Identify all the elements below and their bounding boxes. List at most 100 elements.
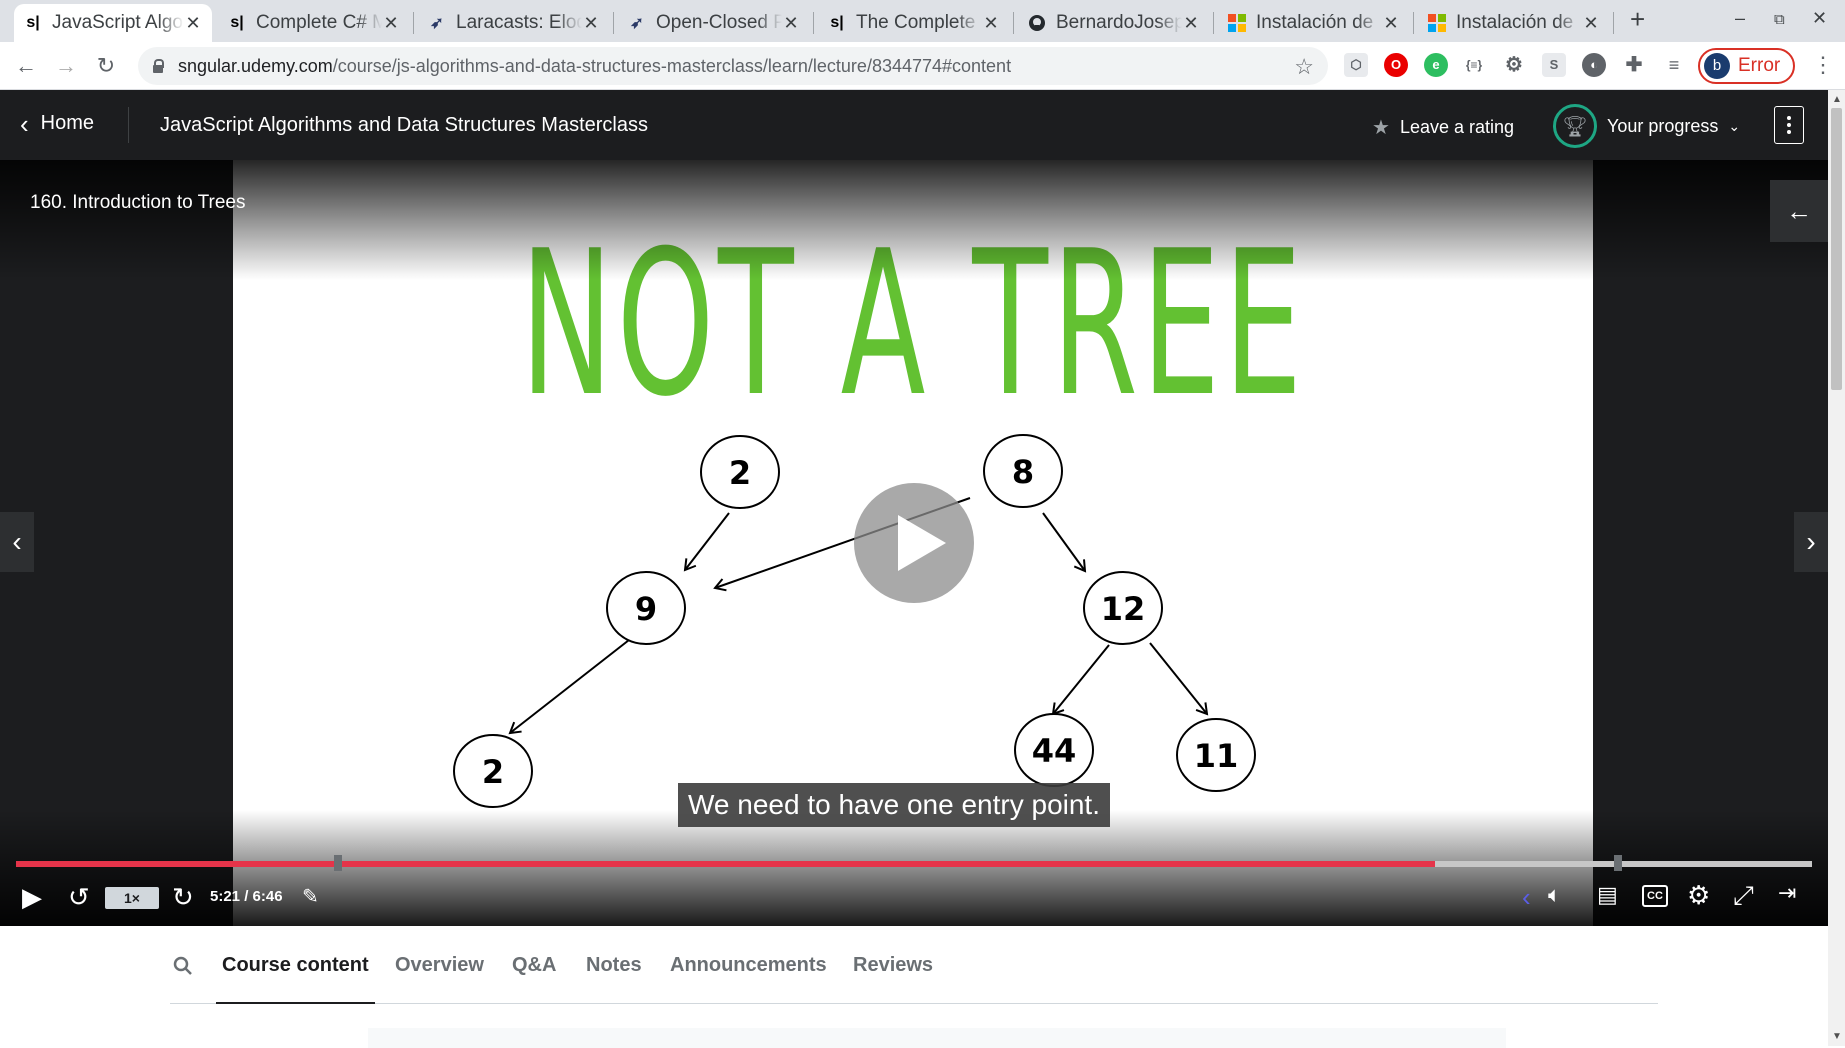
browser-tab[interactable]: s| Complete C# Masterclass ✕ <box>218 4 410 42</box>
progress-button[interactable]: 🏆︎ Your progress ⌄ <box>1553 104 1740 148</box>
tree-node: 11 <box>1176 718 1256 792</box>
puzzle-extensions-icon[interactable]: ✚ <box>1622 53 1646 77</box>
microsoft-icon <box>1228 14 1246 32</box>
url-host: sngular.udemy.com <box>178 55 333 76</box>
tab-qa[interactable]: Q&A <box>512 954 556 977</box>
trophy-icon: 🏆︎ <box>1553 104 1597 148</box>
minimize-button[interactable]: – <box>1735 8 1745 29</box>
forward-icon[interactable]: ↻ <box>172 882 194 913</box>
collapse-sidebar-button[interactable]: ← <box>1770 180 1828 242</box>
bookmark-marker[interactable] <box>1614 855 1622 871</box>
rewind-icon[interactable]: ↺ <box>68 882 90 913</box>
close-icon[interactable]: ✕ <box>982 13 1000 34</box>
video-player[interactable]: NOT A TREE 2 8 9 12 2 44 11 160. Introdu… <box>0 160 1828 926</box>
rating-label: Leave a rating <box>1399 117 1515 137</box>
tab-separator <box>613 12 614 34</box>
cube-extension-icon[interactable]: ⬡ <box>1344 53 1368 77</box>
browser-tab[interactable]: ➶ Open-Closed Principle ✕ <box>618 4 810 42</box>
browser-tab[interactable]: BernardoJoseph ✕ <box>1018 4 1210 42</box>
reading-list-icon[interactable]: ≡ <box>1662 53 1686 77</box>
new-tab-button[interactable]: + <box>1630 4 1645 35</box>
address-bar[interactable]: sngular.udemy.com/course/js-algorithms-a… <box>138 47 1328 85</box>
browser-tab[interactable]: Instalación de ✕ <box>1218 4 1410 42</box>
tab-title: Complete C# Masterclass <box>256 12 382 33</box>
dark-mode-extension-icon[interactable]: ◐ <box>1582 53 1606 77</box>
close-icon[interactable]: ✕ <box>382 13 400 34</box>
node-label: 11 <box>1194 737 1239 775</box>
tree-node: 44 <box>1014 713 1094 787</box>
browser-tab[interactable]: s| The Complete Guide ✕ <box>818 4 1010 42</box>
tree-node: 12 <box>1083 571 1163 645</box>
close-icon[interactable]: ✕ <box>1382 13 1400 34</box>
close-icon[interactable]: ✕ <box>184 13 202 34</box>
add-note-icon[interactable]: ✎ <box>302 884 319 909</box>
tree-edge <box>1149 642 1209 716</box>
course-title[interactable]: JavaScript Algorithms and Data Structure… <box>160 114 648 137</box>
browser-tab-active[interactable]: s| JavaScript Algorithms and Data Struct… <box>14 4 212 42</box>
bookmark-star-icon[interactable]: ☆ <box>1294 54 1314 80</box>
expand-player-icon[interactable]: ⇥ <box>1778 880 1796 906</box>
home-label: Home <box>40 112 95 134</box>
volume-icon[interactable]: 🔈︎ <box>1548 882 1561 908</box>
subtitle-caption: We need to have one entry point. <box>678 783 1110 827</box>
udemy-icon: s| <box>230 14 244 31</box>
tab-reviews[interactable]: Reviews <box>853 954 933 977</box>
tree-node: 8 <box>983 434 1063 508</box>
tab-course-content[interactable]: Course content <box>216 954 375 1004</box>
leave-rating-button[interactable]: ★ Leave a rating <box>1372 115 1514 140</box>
lock-icon <box>152 59 164 73</box>
gear-extension-icon[interactable]: ⚙ <box>1502 53 1526 77</box>
browser-tab[interactable]: Instalación de ✕ <box>1418 4 1610 42</box>
opera-extension-icon[interactable]: O <box>1384 53 1408 77</box>
home-link[interactable]: ‹ Home <box>20 111 95 137</box>
laracasts-icon: ➶ <box>430 15 444 32</box>
tab-notes[interactable]: Notes <box>586 954 642 977</box>
close-icon[interactable]: ✕ <box>1182 13 1200 34</box>
tab-title: Instalación de <box>1256 12 1374 33</box>
reload-icon[interactable]: ↻ <box>92 52 120 80</box>
window-close-button[interactable]: ✕ <box>1812 8 1827 29</box>
video-progress-bar[interactable] <box>16 855 1812 871</box>
captions-button[interactable]: CC <box>1642 885 1668 907</box>
tab-title: Laracasts: Eloquent <box>456 12 582 33</box>
close-icon[interactable]: ✕ <box>1582 13 1600 34</box>
play-icon[interactable]: ▶ <box>22 882 42 913</box>
scroll-down-arrow-icon[interactable]: ▼ <box>1832 1031 1842 1042</box>
tab-overview[interactable]: Overview <box>395 954 484 977</box>
settings-gear-icon[interactable]: ⚙ <box>1687 880 1710 911</box>
next-lecture-button[interactable]: › <box>1794 512 1828 572</box>
tree-node: 9 <box>606 571 686 645</box>
transcript-icon[interactable]: ▤ <box>1597 882 1618 908</box>
tab-announcements[interactable]: Announcements <box>670 954 827 977</box>
progress-label: Your progress <box>1607 115 1719 136</box>
json-extension-icon[interactable]: {≡} <box>1462 53 1486 77</box>
playback-rate-button[interactable]: 1× <box>105 887 159 909</box>
chevron-down-icon: ⌄ <box>1728 117 1741 134</box>
tree-node: 2 <box>453 734 533 808</box>
play-overlay-button[interactable] <box>854 483 974 603</box>
search-icon[interactable] <box>172 955 194 977</box>
close-icon[interactable]: ✕ <box>582 13 600 34</box>
fullscreen-icon[interactable]: ⤢ <box>1733 880 1754 912</box>
more-options-button[interactable] <box>1774 106 1804 144</box>
s-extension-icon[interactable]: S <box>1542 53 1566 77</box>
scroll-up-arrow-icon[interactable]: ▲ <box>1832 94 1842 105</box>
tree-node: 2 <box>700 435 780 509</box>
back-icon[interactable]: ← <box>12 52 40 80</box>
profile-button[interactable]: b Error <box>1698 48 1795 84</box>
forward-icon[interactable]: → <box>52 52 80 80</box>
bookmark-marker[interactable] <box>334 855 342 871</box>
scroll-thumb[interactable] <box>1831 108 1842 390</box>
page-scrollbar[interactable]: ▲ ▼ <box>1828 90 1845 1046</box>
restore-button[interactable]: ⧉ <box>1774 11 1785 28</box>
tree-edge <box>1042 512 1087 573</box>
tab-separator <box>1413 12 1414 34</box>
close-icon[interactable]: ✕ <box>782 13 800 34</box>
chevron-left-icon[interactable]: ‹ <box>1522 882 1531 913</box>
browser-tab[interactable]: ➶ Laracasts: Eloquent ✕ <box>418 4 610 42</box>
browser-menu-icon[interactable]: ⋮ <box>1812 52 1834 78</box>
evernote-extension-icon[interactable]: e <box>1424 53 1448 77</box>
previous-lecture-button[interactable]: ‹ <box>0 512 34 572</box>
tree-edge <box>683 512 730 572</box>
udemy-icon: s| <box>26 14 40 31</box>
